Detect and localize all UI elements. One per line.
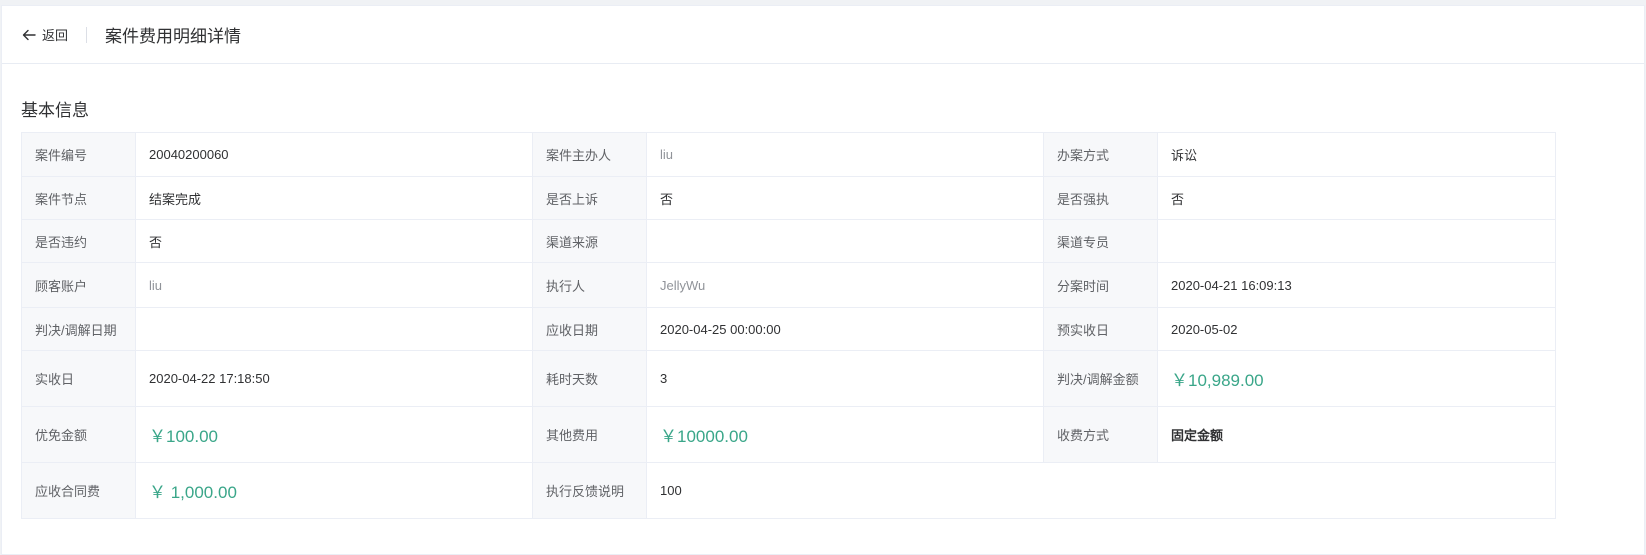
label-expected-receipt-date: 预实收日 — [1043, 307, 1158, 351]
value-appeal: 否 — [646, 176, 1044, 220]
label-contract-fee: 应收合同费 — [21, 462, 136, 519]
value-assign-time: 2020-04-21 16:09:13 — [1157, 262, 1556, 308]
page-title: 案件费用明细详情 — [105, 27, 242, 46]
table-row: 优免金额 ￥100.00 其他费用 ￥10000.00 收费方式 固定金额 — [21, 406, 1556, 463]
label-customer-account: 顾客账户 — [21, 262, 136, 308]
label-breach: 是否违约 — [21, 219, 136, 263]
value-charge-method: 固定金额 — [1157, 406, 1556, 463]
label-other-fees: 其他费用 — [532, 406, 647, 463]
label-charge-method: 收费方式 — [1043, 406, 1158, 463]
table-row: 是否违约 否 渠道来源 渠道专员 — [21, 219, 1556, 263]
page-container: 返回 案件费用明细详情 基本信息 案件编号 20040200060 案件主办人 … — [1, 5, 1645, 555]
label-case-handler: 案件主办人 — [532, 132, 647, 177]
label-executor: 执行人 — [532, 262, 647, 308]
value-customer-account: liu — [135, 262, 533, 308]
value-judgment-amount: ￥10,989.00 — [1157, 350, 1556, 407]
back-label: 返回 — [42, 28, 69, 43]
value-contract-fee: ￥ 1,000.00 — [135, 462, 533, 519]
section-title: 基本信息 — [21, 101, 89, 120]
label-judgment-date: 判决/调解日期 — [21, 307, 136, 351]
value-other-fees: ￥10000.00 — [646, 406, 1044, 463]
label-handling-method: 办案方式 — [1043, 132, 1158, 177]
value-receivable-date: 2020-04-25 00:00:00 — [646, 307, 1044, 351]
value-actual-receipt-date: 2020-04-22 17:18:50 — [135, 350, 533, 407]
label-receivable-date: 应收日期 — [532, 307, 647, 351]
table-row: 顾客账户 liu 执行人 JellyWu 分案时间 2020-04-21 16:… — [21, 262, 1556, 308]
value-expected-receipt-date: 2020-05-02 — [1157, 307, 1556, 351]
value-handling-method: 诉讼 — [1157, 132, 1556, 177]
value-discount-amount: ￥100.00 — [135, 406, 533, 463]
value-days-taken: 3 — [646, 350, 1044, 407]
value-breach: 否 — [135, 219, 533, 263]
label-days-taken: 耗时天数 — [532, 350, 647, 407]
table-row: 案件编号 20040200060 案件主办人 liu 办案方式 诉讼 — [21, 132, 1556, 177]
value-execution-feedback: 100 — [646, 462, 1556, 519]
value-executor: JellyWu — [646, 262, 1044, 308]
table-row: 应收合同费 ￥ 1,000.00 执行反馈说明 100 — [21, 462, 1556, 519]
value-case-number: 20040200060 — [135, 132, 533, 177]
label-case-number: 案件编号 — [21, 132, 136, 177]
value-enforcement: 否 — [1157, 176, 1556, 220]
label-channel-source: 渠道来源 — [532, 219, 647, 263]
table-row: 实收日 2020-04-22 17:18:50 耗时天数 3 判决/调解金额 ￥… — [21, 350, 1556, 407]
label-case-node: 案件节点 — [21, 176, 136, 220]
page-header: 返回 案件费用明细详情 — [2, 6, 1644, 64]
value-channel-source — [646, 219, 1044, 263]
label-judgment-amount: 判决/调解金额 — [1043, 350, 1158, 407]
label-appeal: 是否上诉 — [532, 176, 647, 220]
label-execution-feedback: 执行反馈说明 — [532, 462, 647, 519]
value-channel-specialist — [1157, 219, 1556, 263]
label-channel-specialist: 渠道专员 — [1043, 219, 1158, 263]
label-actual-receipt-date: 实收日 — [21, 350, 136, 407]
table-row: 判决/调解日期 应收日期 2020-04-25 00:00:00 预实收日 20… — [21, 307, 1556, 351]
table-row: 案件节点 结案完成 是否上诉 否 是否强执 否 — [21, 176, 1556, 220]
value-case-node: 结案完成 — [135, 176, 533, 220]
label-discount-amount: 优免金额 — [21, 406, 136, 463]
value-case-handler: liu — [646, 132, 1044, 177]
value-judgment-date — [135, 307, 533, 351]
info-table: 案件编号 20040200060 案件主办人 liu 办案方式 诉讼 案件节点 … — [21, 132, 1556, 519]
back-button[interactable]: 返回 — [22, 25, 68, 44]
label-assign-time: 分案时间 — [1043, 262, 1158, 308]
label-enforcement: 是否强执 — [1043, 176, 1158, 220]
arrow-left-icon — [22, 29, 36, 40]
header-divider — [86, 26, 88, 43]
